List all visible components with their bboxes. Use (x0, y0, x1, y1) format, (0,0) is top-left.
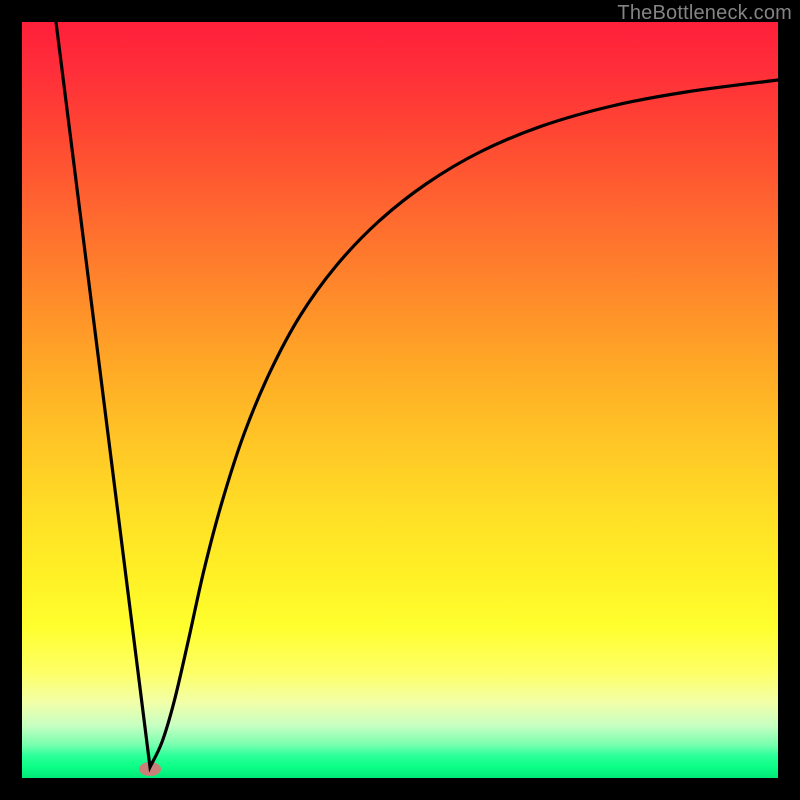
watermark-text: TheBottleneck.com (617, 2, 792, 25)
curve-layer (22, 22, 778, 778)
plot-area (22, 22, 778, 778)
bottleneck-curve (56, 22, 778, 767)
chart-frame: TheBottleneck.com (0, 0, 800, 800)
